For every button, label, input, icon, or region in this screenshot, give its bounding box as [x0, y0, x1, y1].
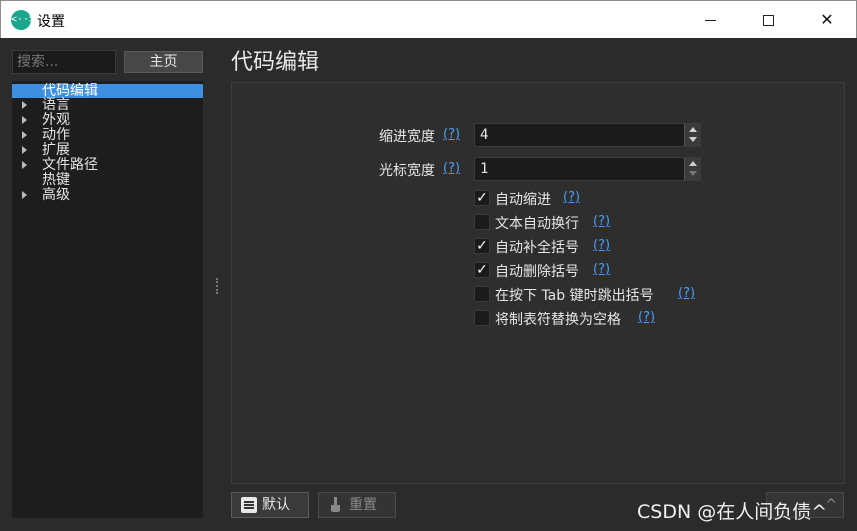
cursor-width-label: 光标宽度: [379, 163, 435, 179]
expand-arrow-icon[interactable]: [22, 146, 27, 154]
watermark: CSDN @在人间负债^: [637, 501, 828, 523]
checkbox-auto-delete-brackets-label[interactable]: 自动删除括号: [495, 261, 579, 281]
checkbox-word-wrap-box[interactable]: [474, 214, 490, 230]
tabs-to-spaces-help-link[interactable]: (?): [638, 310, 655, 325]
expand-arrow-icon[interactable]: [22, 131, 27, 139]
auto-complete-brackets-help-link[interactable]: (?): [593, 238, 610, 253]
tree-item-label: 热键: [42, 172, 70, 188]
checkbox-auto-delete-brackets-box[interactable]: ✓: [474, 262, 490, 278]
reset-button[interactable]: 重置: [318, 492, 396, 518]
maximize-icon: [762, 15, 774, 26]
indent-width-stepper[interactable]: [684, 124, 700, 146]
tree-item-label: 扩展: [42, 142, 70, 158]
broom-icon: [328, 497, 344, 513]
tree-item-label: 文件路径: [42, 157, 98, 173]
word-wrap-help-link[interactable]: (?): [593, 214, 610, 229]
tree-item-label: 语言: [42, 97, 70, 113]
auto-delete-brackets-help-link[interactable]: (?): [593, 262, 610, 277]
tree-item-actions[interactable]: 动作: [12, 128, 203, 143]
settings-tree: 代码编辑 语言 外观 动作 扩展 文件路径 热键 高级: [12, 81, 203, 518]
tree-item-code-editing[interactable]: 代码编辑: [12, 84, 203, 99]
checkbox-tabs-to-spaces-label[interactable]: 将制表符替换为空格: [495, 309, 621, 329]
app-logo-icon: <··>: [11, 10, 35, 30]
checkbox-auto-indent-label[interactable]: 自动缩进: [495, 189, 551, 209]
list-icon: [241, 497, 257, 513]
indent-width-label: 缩进宽度: [379, 129, 435, 145]
expand-arrow-icon[interactable]: [22, 161, 27, 169]
window-title: 设置: [37, 14, 65, 30]
expand-arrow-icon[interactable]: [22, 191, 27, 199]
close-icon: ✕: [820, 10, 834, 29]
auto-indent-help-link[interactable]: (?): [563, 190, 580, 205]
default-button-label: 默认: [262, 497, 290, 513]
indent-width-help-link[interactable]: (?): [443, 127, 460, 142]
tree-item-hotkeys[interactable]: 热键: [12, 173, 203, 188]
tree-item-label: 外观: [42, 112, 70, 128]
search-input[interactable]: [12, 50, 116, 74]
default-button[interactable]: 默认: [231, 492, 309, 518]
indent-width-value[interactable]: 4: [480, 127, 488, 143]
home-button[interactable]: 主页: [124, 51, 203, 73]
checkbox-auto-indent-box[interactable]: ✓: [474, 190, 490, 206]
title-bar: <··> 设置 ✕: [0, 0, 857, 38]
checkbox-tab-jump-brackets-label[interactable]: 在按下 Tab 键时跳出括号: [495, 285, 654, 305]
panel-splitter-handle[interactable]: [216, 278, 218, 294]
indent-width-spinbox[interactable]: 4: [474, 123, 701, 147]
tree-item-appearance[interactable]: 外观: [12, 113, 203, 128]
tree-item-label: 动作: [42, 127, 70, 143]
spin-up-icon[interactable]: [689, 127, 697, 132]
tree-item-advanced[interactable]: 高级: [12, 188, 203, 203]
checkbox-auto-complete-brackets-label[interactable]: 自动补全括号: [495, 237, 579, 257]
page-title: 代码编辑: [231, 50, 320, 75]
tree-item-label: 高级: [42, 187, 70, 203]
checkbox-tab-jump-brackets-box[interactable]: [474, 286, 490, 302]
tree-item-file-paths[interactable]: 文件路径: [12, 158, 203, 173]
minimize-button[interactable]: [681, 1, 739, 38]
tab-jump-brackets-help-link[interactable]: (?): [678, 286, 695, 301]
cursor-width-value[interactable]: 1: [480, 161, 488, 177]
minimize-icon: [704, 20, 716, 21]
cursor-width-help-link[interactable]: (?): [443, 161, 460, 176]
spin-up-icon[interactable]: [689, 161, 697, 166]
checkbox-tabs-to-spaces-box[interactable]: [474, 310, 490, 326]
cursor-width-spinbox[interactable]: 1: [474, 157, 701, 181]
close-button[interactable]: ✕: [798, 1, 856, 38]
tree-item-extensions[interactable]: 扩展: [12, 143, 203, 158]
cursor-width-stepper[interactable]: [684, 158, 700, 180]
maximize-button[interactable]: [739, 1, 797, 38]
expand-arrow-icon[interactable]: [22, 101, 27, 109]
spin-down-icon[interactable]: [689, 137, 697, 142]
reset-button-label: 重置: [349, 497, 377, 513]
tree-item-language[interactable]: 语言: [12, 98, 203, 113]
checkbox-auto-complete-brackets-box[interactable]: ✓: [474, 238, 490, 254]
spin-down-icon[interactable]: [689, 171, 697, 176]
expand-arrow-icon[interactable]: [22, 116, 27, 124]
checkbox-word-wrap-label[interactable]: 文本自动换行: [495, 213, 579, 233]
